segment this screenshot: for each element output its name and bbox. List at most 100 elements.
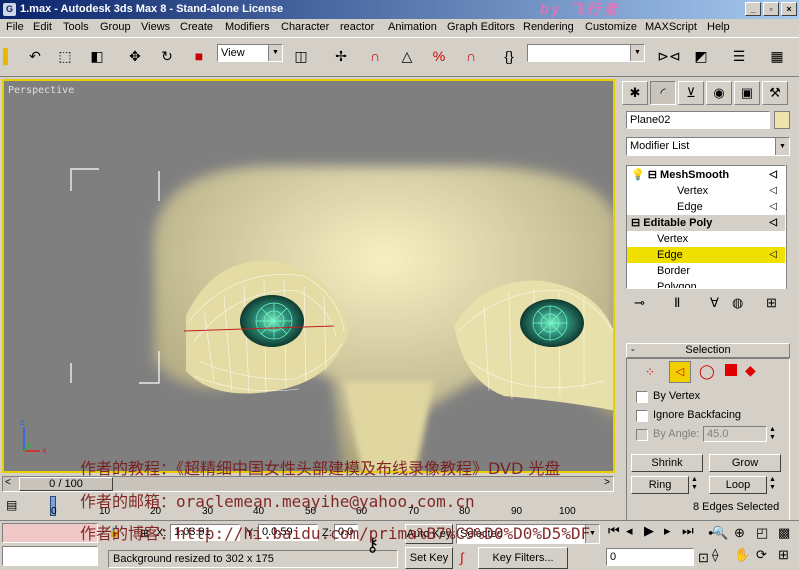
spinner-snap-icon[interactable]: ∩	[458, 43, 484, 69]
ring-spinner-icon[interactable]: ▲ ▼	[691, 476, 698, 492]
selection-rollout-header[interactable]: - Selection	[626, 343, 790, 358]
display-tab-icon[interactable]: ▣	[734, 81, 760, 105]
scale-icon[interactable]: ■	[186, 43, 212, 69]
mini-curve-editor-icon[interactable]: ▤	[6, 498, 17, 512]
menu-help[interactable]: Help	[707, 21, 730, 33]
current-frame-field[interactable]: 0	[606, 548, 694, 566]
menu-reactor[interactable]: reactor	[340, 21, 374, 33]
menu-views[interactable]: Views	[141, 21, 170, 33]
arc-rotate-icon[interactable]: ⟳	[756, 547, 767, 563]
pin-stack-icon[interactable]: ◁	[769, 215, 777, 231]
by-angle-checkbox[interactable]	[636, 429, 648, 441]
spinner-arrows-icon[interactable]: ▲ ▼	[769, 426, 776, 442]
stack-item-vertex[interactable]: Vertex	[627, 231, 785, 247]
polygon-level-icon[interactable]	[725, 364, 737, 376]
loop-spinner-icon[interactable]: ▲ ▼	[769, 476, 776, 492]
loop-button[interactable]: Loop	[709, 476, 767, 494]
menu-rendering[interactable]: Rendering	[523, 21, 574, 33]
by-vertex-checkbox[interactable]	[636, 391, 648, 403]
zoom-icon[interactable]: 🔍	[712, 525, 728, 541]
go-to-start-icon[interactable]: ⏮	[608, 523, 620, 539]
make-unique-icon[interactable]: ∀	[710, 295, 719, 311]
stack-item-edge[interactable]: Edge ◁	[627, 247, 785, 263]
create-tab-icon[interactable]: ✱	[622, 81, 648, 105]
time-configuration-icon[interactable]: ⊡	[698, 550, 709, 566]
stack-item-meshsmooth-edge[interactable]: Edge ◁	[627, 199, 785, 215]
grow-button[interactable]: Grow	[709, 454, 781, 472]
element-level-icon[interactable]: ◆	[745, 362, 756, 379]
show-end-result-icon[interactable]: Ⅱ	[674, 295, 680, 311]
menu-edit[interactable]: Edit	[33, 21, 52, 33]
named-selection-sets-dropdown[interactable]: ▼	[527, 44, 645, 62]
menu-maxscript[interactable]: MAXScript	[645, 21, 697, 33]
align-icon[interactable]: ◩	[688, 43, 714, 69]
previous-frame-icon[interactable]: ◂	[626, 523, 633, 539]
angle-snap-icon[interactable]: △	[394, 43, 420, 69]
key-filters-button[interactable]: Key Filters...	[478, 547, 568, 569]
ring-button[interactable]: Ring	[631, 476, 689, 494]
maxscript-input[interactable]	[2, 546, 98, 566]
set-key-button[interactable]: Set Key	[405, 547, 453, 569]
stack-item-editable-poly[interactable]: ⊟ Editable Poly ◁	[627, 215, 785, 231]
menu-modifiers[interactable]: Modifiers	[225, 21, 270, 33]
3ds-max-icon[interactable]: G	[3, 3, 16, 16]
menu-graph-editors[interactable]: Graph Editors	[447, 21, 515, 33]
close-button[interactable]: ×	[781, 2, 797, 16]
object-color-swatch[interactable]	[774, 111, 790, 129]
reference-coordinate-dropdown[interactable]: View ▼	[217, 44, 283, 62]
stack-item-polygon[interactable]: Polygon	[627, 279, 785, 288]
layer-manager-icon[interactable]: ☰	[726, 43, 752, 69]
object-name-field[interactable]: Plane02	[626, 111, 770, 129]
pin-stack-icon[interactable]: ◁	[769, 167, 777, 183]
ignore-backfacing-checkbox[interactable]	[636, 410, 648, 422]
time-slider-prev-icon[interactable]: <	[5, 477, 11, 488]
minimize-button[interactable]: _	[745, 2, 761, 16]
time-slider-next-icon[interactable]: >	[604, 477, 610, 488]
rotate-icon[interactable]: ↻	[154, 43, 180, 69]
field-of-view-icon[interactable]: ⟠	[712, 547, 718, 563]
stack-item-border[interactable]: Border	[627, 263, 785, 279]
menu-create[interactable]: Create	[180, 21, 213, 33]
shrink-button[interactable]: Shrink	[631, 454, 703, 472]
zoom-all-icon[interactable]: ⊕	[734, 525, 745, 541]
menu-animation[interactable]: Animation	[388, 21, 437, 33]
remove-modifier-icon[interactable]: ◍	[732, 295, 743, 311]
key-tangent-icon[interactable]: ∫	[460, 550, 464, 565]
curve-editor-icon[interactable]: ▦	[764, 43, 790, 69]
play-icon[interactable]: ▶	[644, 523, 654, 539]
menu-file[interactable]: File	[6, 21, 24, 33]
percent-snap-icon[interactable]: %	[426, 43, 452, 69]
select-by-name-icon[interactable]: ◧	[84, 43, 110, 69]
vertex-level-icon[interactable]: ⁘	[645, 365, 655, 379]
lightbulb-icon[interactable]: 💡	[631, 169, 645, 181]
edge-level-icon[interactable]: ◁	[669, 361, 691, 383]
stack-item-meshsmooth[interactable]: 💡 ⊟ MeshSmooth ◁	[627, 167, 785, 183]
utilities-tab-icon[interactable]: ⚒	[762, 81, 788, 105]
maximize-viewport-icon[interactable]: ⊞	[778, 547, 789, 563]
undo-icon[interactable]: ↶	[22, 43, 48, 69]
modifier-list-dropdown[interactable]: Modifier List ▼	[626, 137, 790, 156]
border-level-icon[interactable]: ◯	[699, 363, 715, 380]
pivot-center-icon[interactable]: ◫	[288, 43, 314, 69]
zoom-extents-all-icon[interactable]: ▩	[778, 525, 790, 541]
viewport-label[interactable]: Perspective	[8, 85, 74, 96]
modify-tab-icon[interactable]: ◜	[650, 81, 676, 105]
menu-customize[interactable]: Customize	[585, 21, 637, 33]
move-icon[interactable]: ✥	[122, 43, 148, 69]
pin-stack-icon[interactable]: ◁	[769, 247, 777, 263]
modifier-stack[interactable]: 💡 ⊟ MeshSmooth ◁ Vertex ◁ Edge ◁ ⊟ Edita…	[626, 165, 786, 289]
pin-stack-icon[interactable]: ⊸	[634, 295, 645, 311]
named-selection-icon[interactable]: {}	[496, 43, 522, 69]
select-object-icon[interactable]: ⬚	[52, 43, 78, 69]
perspective-viewport[interactable]: z x Perspective	[2, 79, 615, 473]
pan-icon[interactable]: ✋	[734, 547, 750, 563]
go-to-end-icon[interactable]: ⏭	[682, 523, 694, 539]
motion-tab-icon[interactable]: ◉	[706, 81, 732, 105]
zoom-extents-icon[interactable]: ◰	[756, 525, 768, 541]
select-manipulate-icon[interactable]: ✢	[328, 43, 354, 69]
hierarchy-tab-icon[interactable]: ⊻	[678, 81, 704, 105]
stack-scrollbar[interactable]	[786, 165, 796, 289]
menu-group[interactable]: Group	[100, 21, 131, 33]
stack-item-meshsmooth-vertex[interactable]: Vertex ◁	[627, 183, 785, 199]
configure-sets-icon[interactable]: ⊞	[766, 295, 777, 311]
